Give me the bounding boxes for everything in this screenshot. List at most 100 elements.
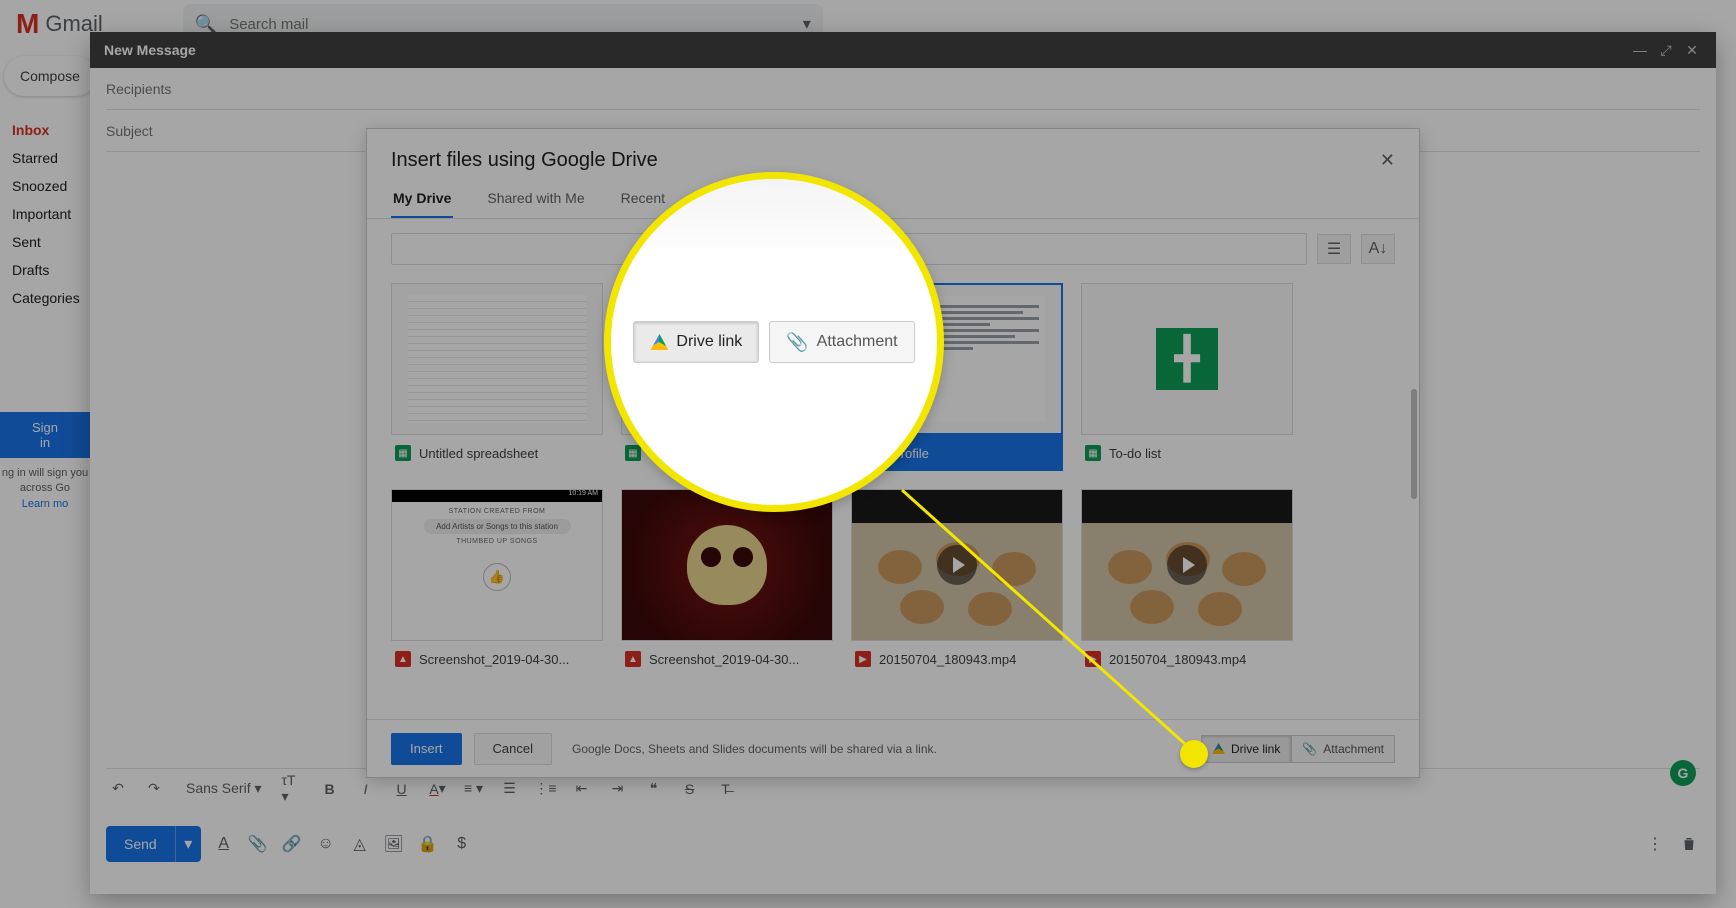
cancel-button[interactable]: Cancel [474,733,552,765]
attachment-button[interactable]: 📎 Attachment [1291,735,1395,763]
link-icon[interactable]: 🔗 [281,833,303,855]
magnified-attachment-button: 📎 Attachment [769,321,914,363]
photo-icon[interactable]: 🖼 [383,833,405,855]
picker-close-icon[interactable]: ✕ [1380,150,1395,171]
file-card[interactable]: 10:19 AM STATION CREATED FROM Add Artist… [391,489,603,677]
compose-title: New Message [104,42,1624,58]
magnified-attachment-label: Attachment [817,333,898,351]
thumb-up-icon: 👍 [483,563,511,591]
indent-more-icon[interactable]: ⇥ [606,777,630,801]
font-family-select[interactable]: Sans Serif ▾ [178,780,270,797]
quote-icon[interactable]: ❝ [642,777,666,801]
format-toggle-icon[interactable]: A [213,833,235,855]
annotation-magnifier: Drive link 📎 Attachment [604,172,944,512]
send-label: Send [106,836,175,852]
file-card[interactable]: ▶20150704_180943.mp4 [851,489,1063,677]
tab-shared-with-me[interactable]: Shared with Me [485,180,586,218]
compose-titlebar: New Message — ⤢ ✕ [90,32,1716,68]
paperclip-icon: 📎 [786,332,808,353]
discard-icon[interactable] [1678,833,1700,855]
signin-hint-line1: ng in will sign you [2,467,88,479]
sort-icon[interactable]: A↓ [1361,234,1395,264]
sidebar-item-snoozed[interactable]: Snoozed [0,172,90,200]
font-size-icon[interactable]: τT ▾ [282,777,306,801]
sidebar-item-sent[interactable]: Sent [0,228,90,256]
magnified-drive-link-button: Drive link [633,321,759,363]
remove-formatting-icon[interactable]: T̶ [714,777,738,801]
phone-label2: THUMBED UP SONGS [392,538,602,545]
drive-triangle-icon [650,334,668,350]
picker-footer: Insert Cancel Google Docs, Sheets and Sl… [367,719,1419,777]
file-card[interactable]: ▦Untitled spreadsheet [391,283,603,471]
attachment-label: Attachment [1323,742,1384,756]
file-name: Screenshot_2019-04-30... [649,652,799,667]
file-name: To-do list [1109,446,1161,461]
insert-button[interactable]: Insert [391,733,462,765]
signin-button[interactable]: Sign in [0,412,90,458]
search-options-icon[interactable]: ▾ [803,14,811,34]
popout-icon[interactable]: ⤢ [1656,40,1676,60]
send-more-icon[interactable]: ▾ [175,826,201,862]
sidebar-item-drafts[interactable]: Drafts [0,256,90,284]
magnified-drive-link-label: Drive link [676,333,742,351]
more-options-icon[interactable]: ⋮ [1644,833,1666,855]
image-icon: ▲ [395,651,411,667]
signin-hint: ng in will sign you across Go Learn mo [0,466,90,512]
sidebar-item-important[interactable]: Important [0,200,90,228]
drive-triangle-icon [1212,743,1225,754]
sidebar-item-starred[interactable]: Starred [0,144,90,172]
file-card[interactable]: ╋ ▦ To-do list [1081,283,1293,471]
drive-link-button[interactable]: Drive link [1201,735,1291,763]
file-name: 20150704_180943.mp4 [1109,652,1246,667]
paperclip-icon: 📎 [1302,742,1317,756]
compose-button[interactable]: Compose [4,56,96,96]
recipients-field[interactable] [106,68,1700,110]
picker-scrollbar[interactable] [1411,389,1417,499]
undo-icon[interactable]: ↶ [106,777,130,801]
text-color-icon[interactable]: A ▾ [426,777,450,801]
sidebar: Compose Inbox Starred Snoozed Important … [0,48,90,908]
money-icon[interactable]: $ [451,833,473,855]
picker-title: Insert files using Google Drive [391,149,1380,172]
sheets-icon: ▦ [1085,445,1101,461]
list-view-icon[interactable]: ☰ [1317,234,1351,264]
italic-icon[interactable]: I [354,777,378,801]
attach-icon[interactable]: 📎 [247,833,269,855]
phone-time: 10:19 AM [568,490,598,497]
insert-as-toggle: Drive link 📎 Attachment [1201,735,1395,763]
drive-icon[interactable]: ◬ [349,833,371,855]
underline-icon[interactable]: U [390,777,414,801]
grammarly-badge-icon[interactable]: G [1670,760,1696,786]
recipients-input[interactable] [106,81,1700,97]
file-card[interactable]: ▲ Screenshot_2019-04-30... [621,489,833,677]
redo-icon[interactable]: ↷ [142,777,166,801]
signin-learn-more-link[interactable]: Learn mo [22,498,68,510]
bulleted-list-icon[interactable]: ⋮≡ [534,777,558,801]
confidential-icon[interactable]: 🔒 [417,833,439,855]
strikethrough-icon[interactable]: S [678,777,702,801]
image-icon: ▲ [625,651,641,667]
video-icon: ▶ [1085,651,1101,667]
signin-hint-line2: across Go [20,482,70,494]
file-card[interactable]: ▶ 20150704_180943.mp4 [1081,489,1293,677]
sidebar-item-inbox[interactable]: Inbox [0,116,90,144]
align-icon[interactable]: ≡ ▾ [462,777,486,801]
minimize-icon[interactable]: — [1630,40,1650,60]
file-name: Screenshot_2019-04-30... [419,652,569,667]
phone-chip: Add Artists or Songs to this station [424,519,571,534]
search-input[interactable] [229,16,803,33]
bold-icon[interactable]: B [318,777,342,801]
sidebar-item-categories[interactable]: Categories [0,284,90,312]
send-bar: Send ▾ A 📎 🔗 ☺ ◬ 🖼 🔒 $ ⋮ [106,822,1700,866]
close-icon[interactable]: ✕ [1682,40,1702,60]
drive-link-label: Drive link [1231,742,1280,756]
video-icon: ▶ [855,651,871,667]
play-icon [1167,545,1207,585]
sheets-app-icon: ╋ [1156,328,1218,390]
indent-less-icon[interactable]: ⇤ [570,777,594,801]
emoji-icon[interactable]: ☺ [315,833,337,855]
numbered-list-icon[interactable]: ☰ [498,777,522,801]
picker-hint: Google Docs, Sheets and Slides documents… [572,742,1189,756]
send-button[interactable]: Send ▾ [106,826,201,862]
tab-my-drive[interactable]: My Drive [391,180,453,218]
